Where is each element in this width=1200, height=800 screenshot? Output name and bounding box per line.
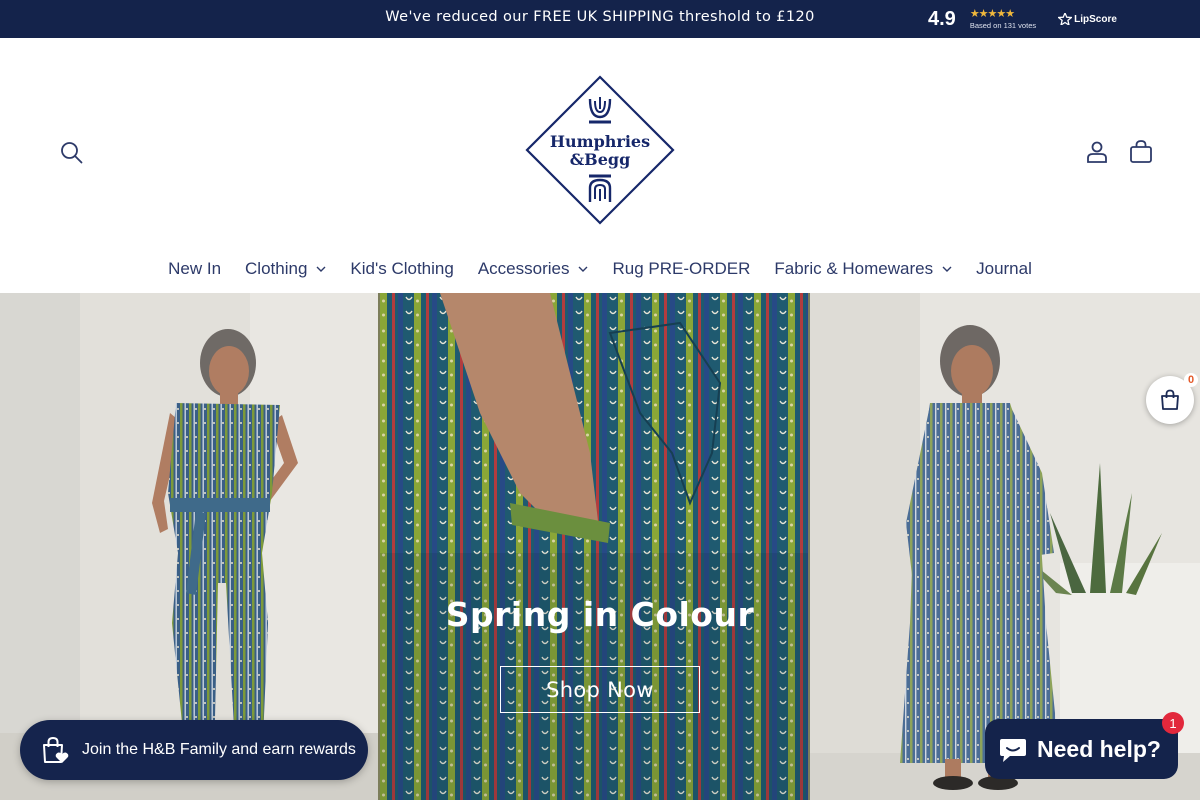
- nav-item-label: New In: [168, 259, 222, 278]
- nav-item-journal[interactable]: Journal: [964, 256, 1044, 282]
- announcement-bar: We've reduced our FREE UK SHIPPING thres…: [0, 0, 1200, 38]
- rating-stars-group: ★★★★★ Based on 131 votes: [969, 7, 1037, 31]
- hero-image-closeup: [380, 293, 808, 800]
- logo-mark: Humphries &Begg: [525, 75, 675, 225]
- main-nav: New In Clothing Kid's Clothing Accessori…: [0, 256, 1200, 282]
- site-header: Humphries &Begg New In Clothing Kid's Cl…: [0, 38, 1200, 293]
- rating-widget[interactable]: 4.9 ★★★★★ Based on 131 votes LipScore: [928, 5, 1117, 33]
- nav-item-label: Accessories: [477, 259, 570, 278]
- cart-icon: [1130, 140, 1152, 163]
- rewards-launcher[interactable]: Join the H&B Family and earn rewards: [20, 720, 368, 780]
- chevron-down-icon: [578, 266, 588, 272]
- nav-item-new-in[interactable]: New In: [156, 256, 233, 282]
- star-rating-icon: ★★★★★: [969, 7, 1015, 20]
- lipscore-star-icon: [1058, 13, 1073, 25]
- cart-button[interactable]: [1128, 139, 1154, 165]
- shopping-bag-icon: [1161, 389, 1179, 410]
- lipscore-logo: LipScore: [1058, 13, 1117, 25]
- help-notification-badge: 1: [1162, 712, 1184, 734]
- nav-item-label: Kid's Clothing: [350, 259, 454, 278]
- search-icon: [61, 142, 83, 164]
- logo-text-line2: &Begg: [570, 150, 631, 169]
- search-button[interactable]: [58, 139, 86, 167]
- account-icon: [1087, 141, 1107, 163]
- hero-title: Spring in Colour: [445, 595, 755, 634]
- nav-item-clothing[interactable]: Clothing: [233, 256, 338, 282]
- rewards-bag-heart-icon: [43, 736, 69, 763]
- nav-item-kids-clothing[interactable]: Kid's Clothing: [338, 256, 465, 282]
- nav-item-accessories[interactable]: Accessories: [466, 256, 601, 282]
- floating-cart-count: 0: [1184, 373, 1198, 387]
- hero-photo-2: [380, 293, 808, 800]
- chat-bubble-icon: [1000, 739, 1026, 762]
- logo-text-line1: Humphries: [550, 132, 650, 151]
- help-chat-button[interactable]: Need help?: [985, 719, 1178, 779]
- nav-item-label: Clothing: [245, 259, 308, 278]
- rewards-label: Join the H&B Family and earn rewards: [82, 741, 356, 758]
- lipscore-label: LipScore: [1074, 13, 1117, 25]
- nav-item-label: Rug PRE-ORDER: [612, 259, 751, 278]
- chevron-down-icon: [316, 266, 326, 272]
- rating-score: 4.9: [928, 7, 956, 30]
- nav-item-fabric-homewares[interactable]: Fabric & Homewares: [762, 256, 964, 282]
- site-logo[interactable]: Humphries &Begg: [525, 75, 675, 225]
- help-label: Need help?: [1037, 735, 1161, 762]
- shop-now-button[interactable]: Shop Now: [500, 666, 700, 713]
- nav-item-label: Fabric & Homewares: [774, 259, 934, 278]
- rating-votes: Based on 131 votes: [969, 21, 1037, 30]
- nav-item-label: Journal: [976, 259, 1032, 278]
- nav-item-rug-preorder[interactable]: Rug PRE-ORDER: [600, 256, 762, 282]
- account-button[interactable]: [1084, 139, 1110, 165]
- chevron-down-icon: [942, 266, 952, 272]
